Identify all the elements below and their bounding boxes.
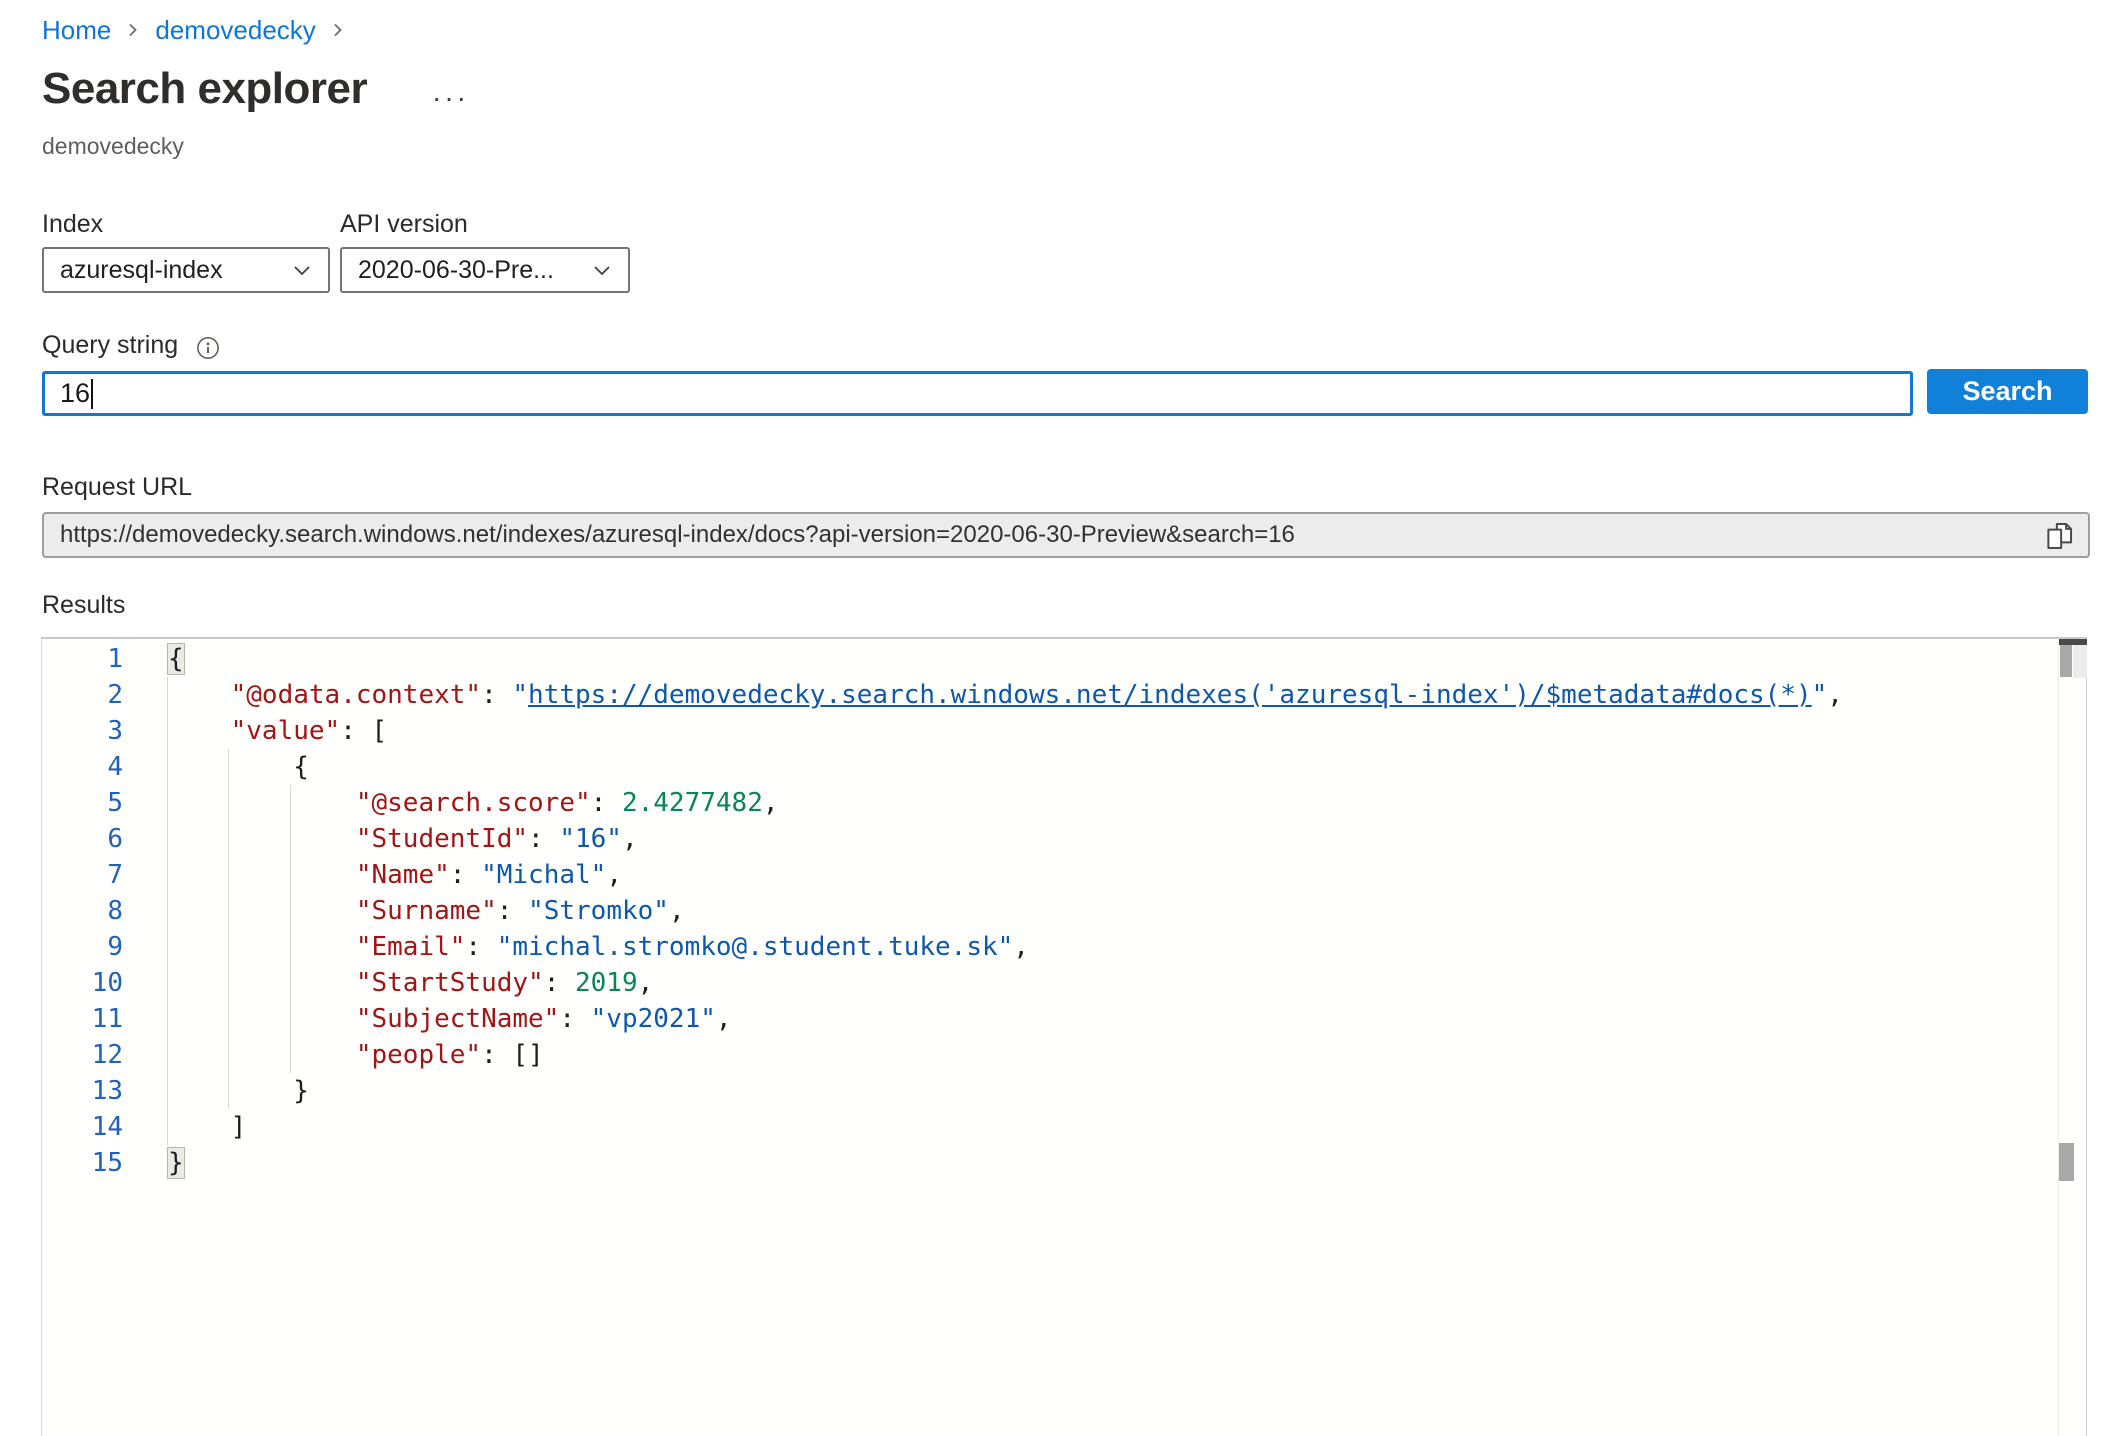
index-dropdown[interactable]: azuresql-index — [42, 247, 330, 293]
code-line: "people": [] — [168, 1037, 1843, 1073]
code-line: "Name": "Michal", — [168, 857, 1843, 893]
request-url-bar: https://demovedecky.search.windows.net/i… — [42, 512, 2090, 558]
line-number: 2 — [42, 677, 123, 713]
api-version-dropdown-value: 2020-06-30-Pre... — [358, 256, 554, 285]
line-number: 14 — [42, 1109, 123, 1145]
code-line: "StartStudy": 2019, — [168, 965, 1843, 1001]
line-number: 1 — [42, 641, 123, 677]
chevron-right-icon — [123, 20, 143, 40]
line-number: 3 — [42, 713, 123, 749]
editor-scrollbar-track — [2058, 639, 2059, 1436]
index-label: Index — [42, 210, 103, 239]
line-number: 12 — [42, 1037, 123, 1073]
line-number: 6 — [42, 821, 123, 857]
code-line: "StudentId": "16", — [168, 821, 1843, 857]
page-title: Search explorer — [42, 64, 367, 114]
request-url-value: https://demovedecky.search.windows.net/i… — [44, 521, 1359, 549]
editor-scrollbar-thumb[interactable] — [2060, 645, 2072, 677]
code-line: "@search.score": 2.4277482, — [168, 785, 1843, 821]
breadcrumb-home-link[interactable]: Home — [42, 15, 111, 46]
line-number: 11 — [42, 1001, 123, 1037]
text-caret — [91, 379, 93, 409]
chevron-right-icon — [328, 20, 348, 40]
search-button[interactable]: Search — [1927, 369, 2088, 414]
code-line: { — [168, 641, 1843, 677]
overview-ruler-band — [2073, 645, 2087, 678]
breadcrumb: Home demovedecky — [42, 12, 348, 48]
copy-button[interactable] — [2040, 517, 2078, 555]
code-line: "@odata.context": "https://demovedecky.s… — [168, 677, 1843, 713]
query-string-value: 16 — [60, 378, 90, 409]
code-line: } — [168, 1145, 1843, 1181]
line-number: 15 — [42, 1145, 123, 1181]
line-number: 9 — [42, 929, 123, 965]
line-number: 7 — [42, 857, 123, 893]
code-line: { — [168, 749, 1843, 785]
search-explorer-page: Home demovedecky Search explorer ··· dem… — [0, 0, 2102, 1436]
code-line: ] — [168, 1109, 1843, 1145]
page-subtitle: demovedecky — [42, 133, 184, 160]
line-number: 13 — [42, 1073, 123, 1109]
query-string-input[interactable]: 16 — [42, 371, 1913, 416]
chevron-down-icon — [290, 258, 314, 282]
line-number: 10 — [42, 965, 123, 1001]
code-line: } — [168, 1073, 1843, 1109]
query-string-label: Query string — [42, 331, 178, 360]
index-dropdown-value: azuresql-index — [60, 256, 223, 285]
chevron-down-icon — [590, 258, 614, 282]
code-line: "SubjectName": "vp2021", — [168, 1001, 1843, 1037]
overview-ruler-marker — [2059, 1143, 2074, 1181]
line-number: 8 — [42, 893, 123, 929]
copy-icon — [2042, 519, 2076, 553]
more-menu-button[interactable]: ··· — [432, 84, 469, 112]
code-line: "Surname": "Stromko", — [168, 893, 1843, 929]
info-icon[interactable] — [196, 336, 220, 360]
line-number: 4 — [42, 749, 123, 785]
editor-gutter: 123456789101112131415 — [42, 641, 123, 1181]
results-json-editor[interactable]: 123456789101112131415 { "@odata.context"… — [41, 637, 2087, 1436]
editor-code: { "@odata.context": "https://demovedecky… — [168, 641, 1843, 1181]
api-version-dropdown[interactable]: 2020-06-30-Pre... — [340, 247, 630, 293]
results-label: Results — [42, 591, 125, 620]
odata-context-link[interactable]: https://demovedecky.search.windows.net/i… — [528, 680, 1812, 710]
breadcrumb-service-link[interactable]: demovedecky — [155, 15, 315, 46]
request-url-label: Request URL — [42, 473, 192, 502]
code-line: "Email": "michal.stromko@.student.tuke.s… — [168, 929, 1843, 965]
code-line: "value": [ — [168, 713, 1843, 749]
line-number: 5 — [42, 785, 123, 821]
api-version-label: API version — [340, 210, 468, 239]
